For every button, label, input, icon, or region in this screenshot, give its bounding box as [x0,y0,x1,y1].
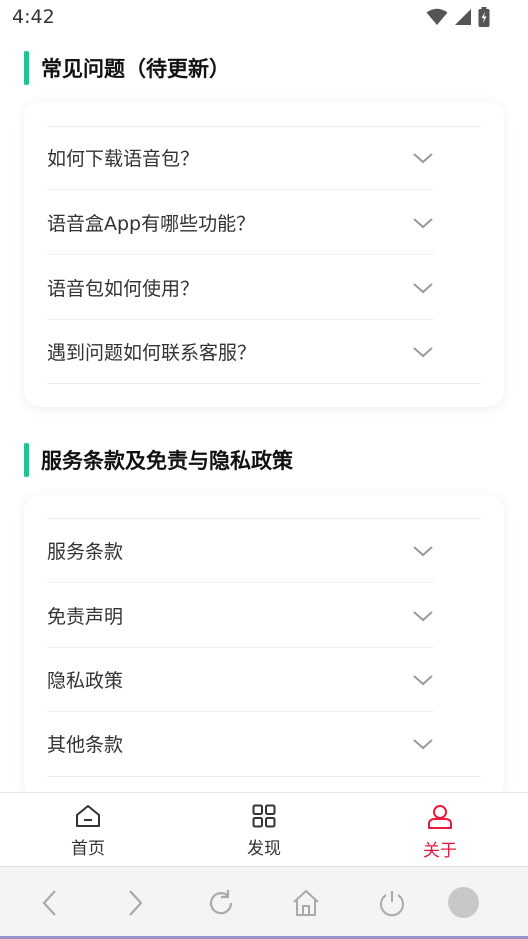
chevron-down-icon [413,674,433,685]
reload-icon [209,890,233,915]
forward-button[interactable] [118,886,152,920]
assistant-button[interactable] [448,887,479,918]
faq-item-label: 语音盒App有哪些功能？ [47,213,256,235]
signal-icon [455,9,471,25]
grid-icon [252,804,276,828]
reload-button[interactable] [204,886,238,920]
faq-section-header: 常见问题（待更新） [24,51,230,85]
home-icon [76,805,100,827]
chevron-down-icon [413,282,433,293]
faq-item-features[interactable]: 语音盒App有哪些功能？ [47,190,434,255]
faq-item-label: 如何下载语音包？ [47,148,200,170]
bottom-tab-bar: 首页 发现 关于 [0,792,528,866]
tab-discover-label: 发现 [247,839,281,859]
tab-about-label: 关于 [423,841,457,861]
tab-home[interactable]: 首页 [38,793,138,867]
section-accent-bar [24,443,29,477]
tab-home-label: 首页 [71,839,105,859]
home-nav-button[interactable] [289,886,323,920]
terms-item-privacy[interactable]: 隐私政策 [47,647,434,712]
user-icon [428,805,452,829]
power-button[interactable] [375,886,409,920]
terms-item-disclaimer[interactable]: 免责声明 [47,583,434,648]
status-bar: 4:42 [0,0,528,36]
card-bottom-divider [47,776,481,777]
faq-item-download[interactable]: 如何下载语音包？ [47,125,434,190]
tab-about[interactable]: 关于 [390,793,490,867]
faq-item-label: 语音包如何使用？ [47,278,200,300]
terms-item-label: 其他条款 [47,734,124,756]
chevron-left-icon [42,890,56,916]
battery-icon [478,7,490,27]
chevron-down-icon [413,738,433,749]
chevron-down-icon [413,545,433,556]
terms-item-label: 服务条款 [47,541,124,563]
chevron-down-icon [413,610,433,621]
back-button[interactable] [33,886,67,920]
terms-item-label: 隐私政策 [47,670,124,692]
terms-item-other[interactable]: 其他条款 [47,711,434,776]
status-time: 4:42 [12,6,55,28]
faq-item-usage[interactable]: 语音包如何使用？ [47,255,434,320]
house-icon [293,890,319,916]
power-icon [380,891,404,917]
terms-item-service[interactable]: 服务条款 [47,518,434,583]
status-icons [426,6,490,28]
wifi-icon [426,8,448,25]
terms-section-title: 服务条款及免责与隐私政策 [41,449,293,473]
chevron-down-icon [413,346,433,357]
tab-discover[interactable]: 发现 [214,793,314,867]
terms-section-header: 服务条款及免责与隐私政策 [24,443,293,477]
chevron-right-icon [129,890,143,916]
section-accent-bar [24,51,29,85]
faq-section-title: 常见问题（待更新） [41,57,230,81]
chevron-down-icon [413,217,433,228]
faq-item-contact[interactable]: 遇到问题如何联系客服？ [47,319,434,384]
faq-item-label: 遇到问题如何联系客服？ [47,342,257,364]
terms-item-label: 免责声明 [47,606,124,628]
chevron-down-icon [413,152,433,163]
